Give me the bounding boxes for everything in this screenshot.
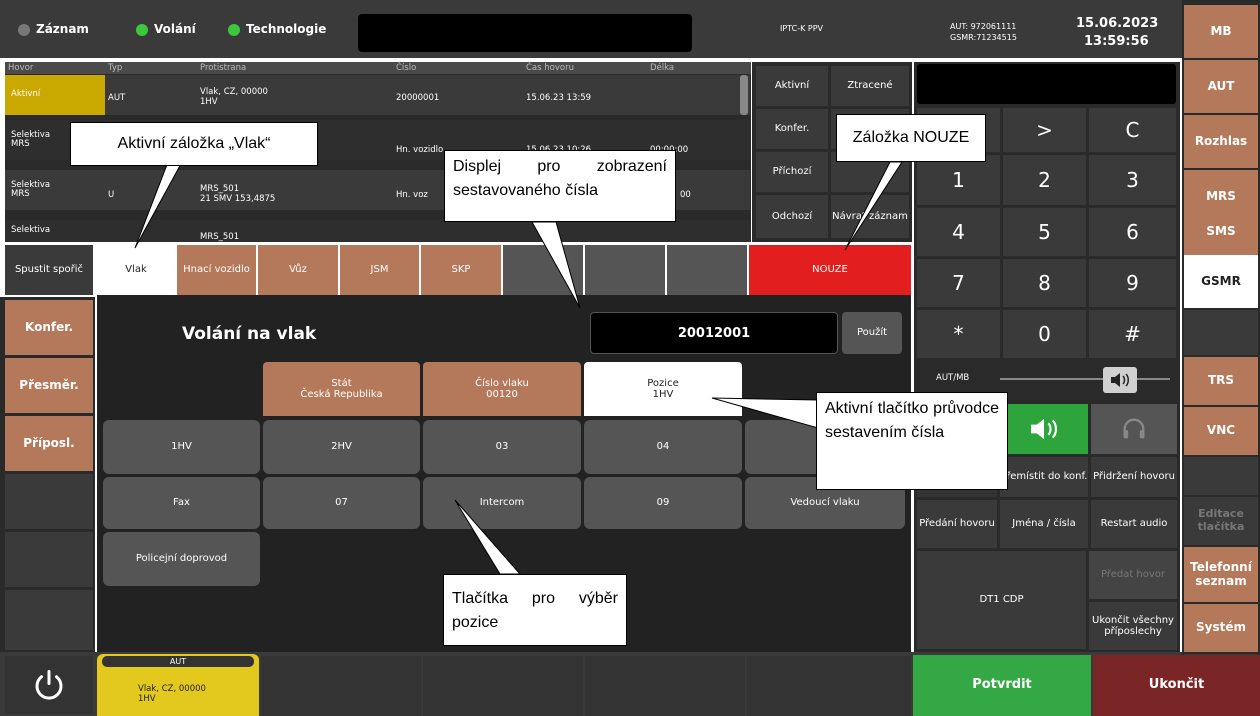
arrow-nouze — [844, 161, 903, 251]
annotation-pozice: Tlačítka pro výběr pozice — [443, 574, 627, 646]
annotation-nouze: Záložka NOUZE — [836, 114, 986, 162]
annotation-displej: Displej pro zobrazení sestavovaného čísl… — [444, 150, 676, 222]
annotation-pruvodce: Aktivní tlačítko průvodce sestavením čís… — [816, 392, 1008, 490]
arrow-displej — [531, 221, 581, 309]
arrow-vlak — [134, 161, 183, 249]
arrow-pozice — [454, 499, 522, 575]
arrow-pruvodce — [711, 397, 819, 429]
annotation-arrows — [134, 161, 903, 575]
annotation-vlak: Aktivní záložka „Vlak“ — [70, 122, 318, 166]
